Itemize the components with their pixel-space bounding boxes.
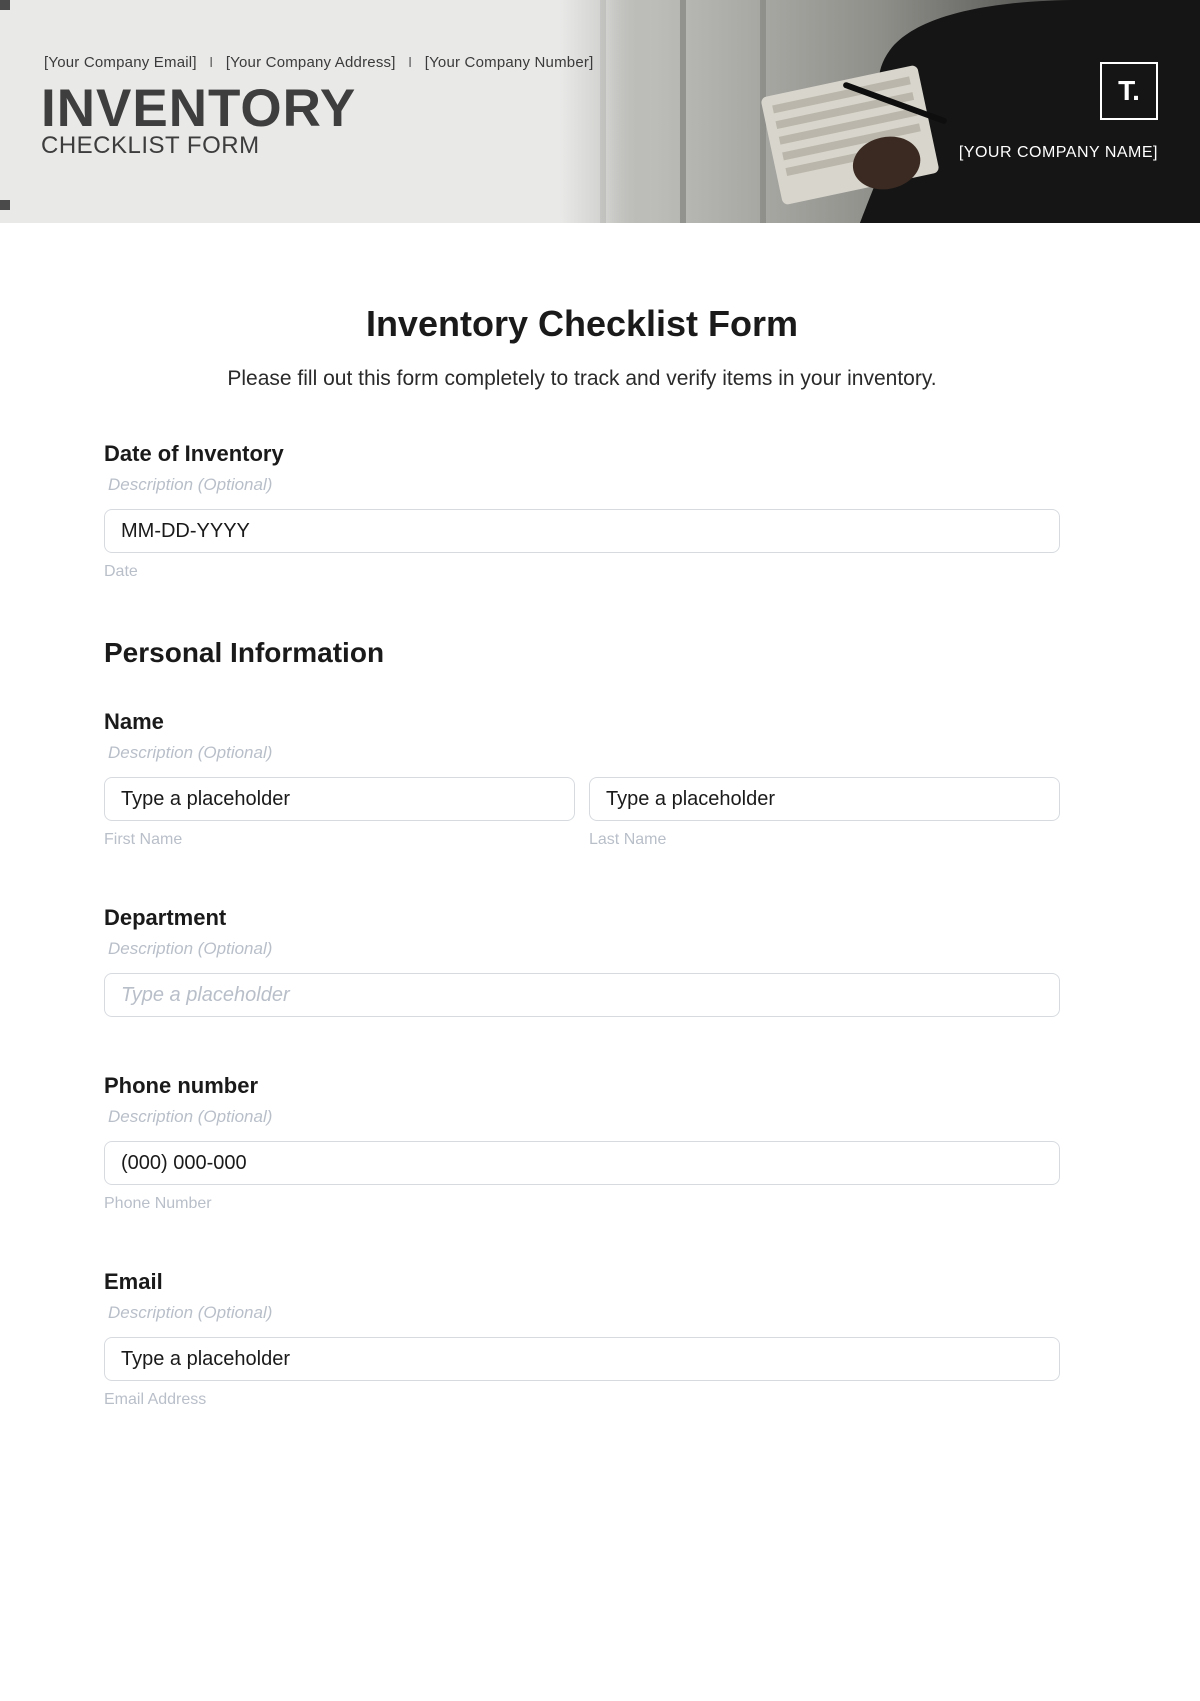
email-label: Email — [104, 1269, 1060, 1295]
first-name-input[interactable] — [104, 777, 575, 821]
field-name: Name Description (Optional) First Name L… — [104, 709, 1060, 849]
name-description[interactable]: Description (Optional) — [108, 743, 1060, 763]
page: [Your Company Email] I [Your Company Add… — [0, 0, 1200, 1439]
header-banner: [Your Company Email] I [Your Company Add… — [0, 0, 1200, 223]
phone-hint: Phone Number — [104, 1195, 1060, 1213]
first-name-hint: First Name — [104, 831, 575, 849]
date-description[interactable]: Description (Optional) — [108, 475, 1060, 495]
field-phone: Phone number Description (Optional) Phon… — [104, 1073, 1060, 1213]
phone-input[interactable] — [104, 1141, 1060, 1185]
company-number: [Your Company Number] — [425, 54, 594, 71]
date-hint: Date — [104, 563, 1060, 581]
email-description[interactable]: Description (Optional) — [108, 1303, 1060, 1323]
form-intro: Please fill out this form completely to … — [104, 367, 1060, 391]
banner-brand: T. [YOUR COMPANY NAME] — [959, 62, 1158, 162]
email-hint: Email Address — [104, 1391, 1060, 1409]
field-department: Department Description (Optional) — [104, 905, 1060, 1017]
last-name-input[interactable] — [589, 777, 1060, 821]
form-content: Inventory Checklist Form Please fill out… — [0, 223, 1200, 1439]
banner-title: INVENTORY — [41, 78, 356, 139]
decorative-tab — [0, 200, 10, 210]
company-address: [Your Company Address] — [226, 54, 396, 71]
date-input[interactable] — [104, 509, 1060, 553]
field-date: Date of Inventory Description (Optional)… — [104, 441, 1060, 581]
company-name: [YOUR COMPANY NAME] — [959, 144, 1158, 162]
separator: I — [408, 54, 412, 71]
banner-subtitle: CHECKLIST FORM — [41, 132, 260, 160]
name-label: Name — [104, 709, 1060, 735]
separator: I — [209, 54, 213, 71]
department-input[interactable] — [104, 973, 1060, 1017]
section-personal-info: Personal Information — [104, 637, 1060, 669]
decorative-tabs — [0, 0, 10, 223]
company-email: [Your Company Email] — [44, 54, 197, 71]
last-name-hint: Last Name — [589, 831, 1060, 849]
department-label: Department — [104, 905, 1060, 931]
email-input[interactable] — [104, 1337, 1060, 1381]
form-title: Inventory Checklist Form — [104, 303, 1060, 345]
phone-description[interactable]: Description (Optional) — [108, 1107, 1060, 1127]
phone-label: Phone number — [104, 1073, 1060, 1099]
logo-icon: T. — [1100, 62, 1158, 120]
department-description[interactable]: Description (Optional) — [108, 939, 1060, 959]
date-label: Date of Inventory — [104, 441, 1060, 467]
company-contact: [Your Company Email] I [Your Company Add… — [44, 54, 593, 71]
field-email: Email Description (Optional) Email Addre… — [104, 1269, 1060, 1409]
decorative-tab — [0, 0, 10, 10]
